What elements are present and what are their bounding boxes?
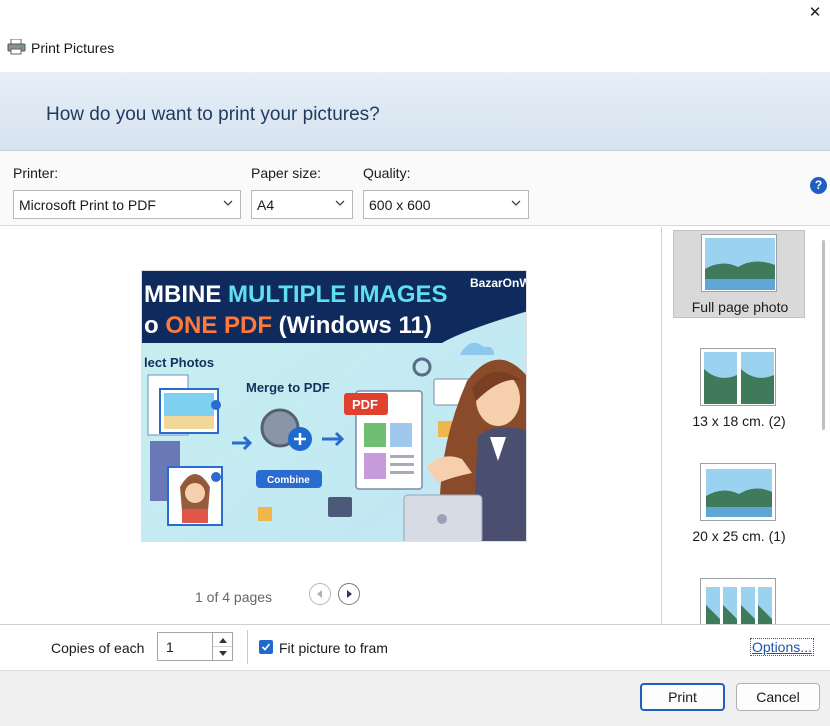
caret-up-icon <box>218 637 227 643</box>
copies-stepper[interactable] <box>213 632 233 661</box>
fit-picture-checkbox[interactable] <box>259 640 273 654</box>
banner-line1-part2: MULTIPLE IMAGES <box>228 281 448 308</box>
brand-text: BazarOnW <box>470 276 527 290</box>
printer-icon <box>7 38 27 55</box>
preview-pane: MBINE MULTIPLE IMAGES o ONE PDF (Windows… <box>0 227 661 624</box>
next-page-button[interactable] <box>338 583 360 605</box>
caret-down-icon <box>218 651 227 656</box>
action-bar: Print Cancel <box>0 670 830 726</box>
svg-text:MBINE MULTIPLE IMAGES: MBINE MULTIPLE IMAGES <box>144 281 448 308</box>
merge-to-pdf-text: Merge to PDF <box>246 380 330 395</box>
window-title: Print Pictures <box>31 40 115 56</box>
banner-line1-part1: MBINE <box>144 281 228 308</box>
select-photos-text: lect Photos <box>144 355 214 370</box>
checkmark-icon <box>261 643 271 651</box>
print-button-label: Print <box>668 689 697 705</box>
paper-size-select[interactable]: A4 <box>251 190 353 219</box>
dialog-header: How do you want to print your pictures? <box>0 72 830 150</box>
stepper-up-button[interactable] <box>213 633 232 647</box>
svg-text:o ONE PDF (Windows 11): o ONE PDF (Windows 11) <box>144 312 432 339</box>
printer-label: Printer: <box>13 165 59 181</box>
combine-text: Combine <box>267 475 310 486</box>
chevron-down-icon <box>511 200 521 206</box>
layout-thumbnail <box>701 234 777 292</box>
arrow-left-icon <box>317 590 322 598</box>
close-icon: ✕ <box>808 4 822 21</box>
layout-wallet[interactable] <box>673 575 805 624</box>
banner-line2-part2: ONE PDF <box>165 312 272 339</box>
print-settings-row: Printer: Microsoft Print to PDF Paper si… <box>0 150 830 226</box>
copies-row: Copies of each 1 Fit picture to fram Opt… <box>0 624 830 670</box>
fit-picture-label[interactable]: Fit picture to fram <box>279 640 399 656</box>
divider <box>247 630 248 664</box>
stepper-down-button[interactable] <box>213 647 232 661</box>
layout-thumbnail <box>700 463 776 521</box>
pdf-tag-text: PDF <box>352 397 378 412</box>
options-link[interactable]: Options... <box>750 638 814 656</box>
quality-label: Quality: <box>363 165 411 181</box>
title-bar: Print Pictures ✕ <box>0 0 830 72</box>
banner-line2-part1: o <box>144 312 165 339</box>
previous-page-button[interactable] <box>309 583 331 605</box>
layout-13x18-2[interactable]: 13 x 18 cm. (2) <box>673 345 805 433</box>
chevron-down-icon <box>223 200 233 206</box>
banner-line2-part3: (Windows 11) <box>272 312 432 339</box>
quality-select[interactable]: 600 x 600 <box>363 190 529 219</box>
preview-illustration: MBINE MULTIPLE IMAGES o ONE PDF (Windows… <box>142 271 527 541</box>
cancel-button[interactable]: Cancel <box>736 683 820 711</box>
paper-size-value: A4 <box>257 197 275 213</box>
cancel-button-label: Cancel <box>756 689 800 705</box>
layout-list[interactable]: Full page photo 13 x 18 cm. (2) 20 x 25 … <box>661 227 830 624</box>
layout-scrollbar[interactable] <box>822 240 825 430</box>
printer-select[interactable]: Microsoft Print to PDF <box>13 190 241 219</box>
layout-full-page-photo[interactable]: Full page photo <box>673 230 805 318</box>
header-question: How do you want to print your pictures? <box>46 104 380 125</box>
arrow-right-icon <box>347 590 352 598</box>
layout-label: 20 x 25 cm. (1) <box>692 528 786 544</box>
help-icon[interactable]: ? <box>810 177 827 194</box>
quality-value: 600 x 600 <box>369 197 431 213</box>
page-indicator: 1 of 4 pages <box>195 589 273 605</box>
layout-20x25-1[interactable]: 20 x 25 cm. (1) <box>673 460 805 548</box>
paper-size-label: Paper size: <box>251 165 322 181</box>
printer-select-value: Microsoft Print to PDF <box>19 197 156 213</box>
layout-thumbnail <box>700 348 776 406</box>
layout-label: 13 x 18 cm. (2) <box>692 413 786 429</box>
layout-thumbnail <box>700 578 776 624</box>
layout-label: Full page photo <box>691 299 789 315</box>
picture-preview: MBINE MULTIPLE IMAGES o ONE PDF (Windows… <box>141 270 527 542</box>
chevron-down-icon <box>335 200 345 206</box>
copies-label: Copies of each <box>51 640 145 656</box>
copies-input[interactable]: 1 <box>157 632 213 661</box>
print-button[interactable]: Print <box>640 683 725 711</box>
close-button[interactable]: ✕ <box>800 0 830 24</box>
